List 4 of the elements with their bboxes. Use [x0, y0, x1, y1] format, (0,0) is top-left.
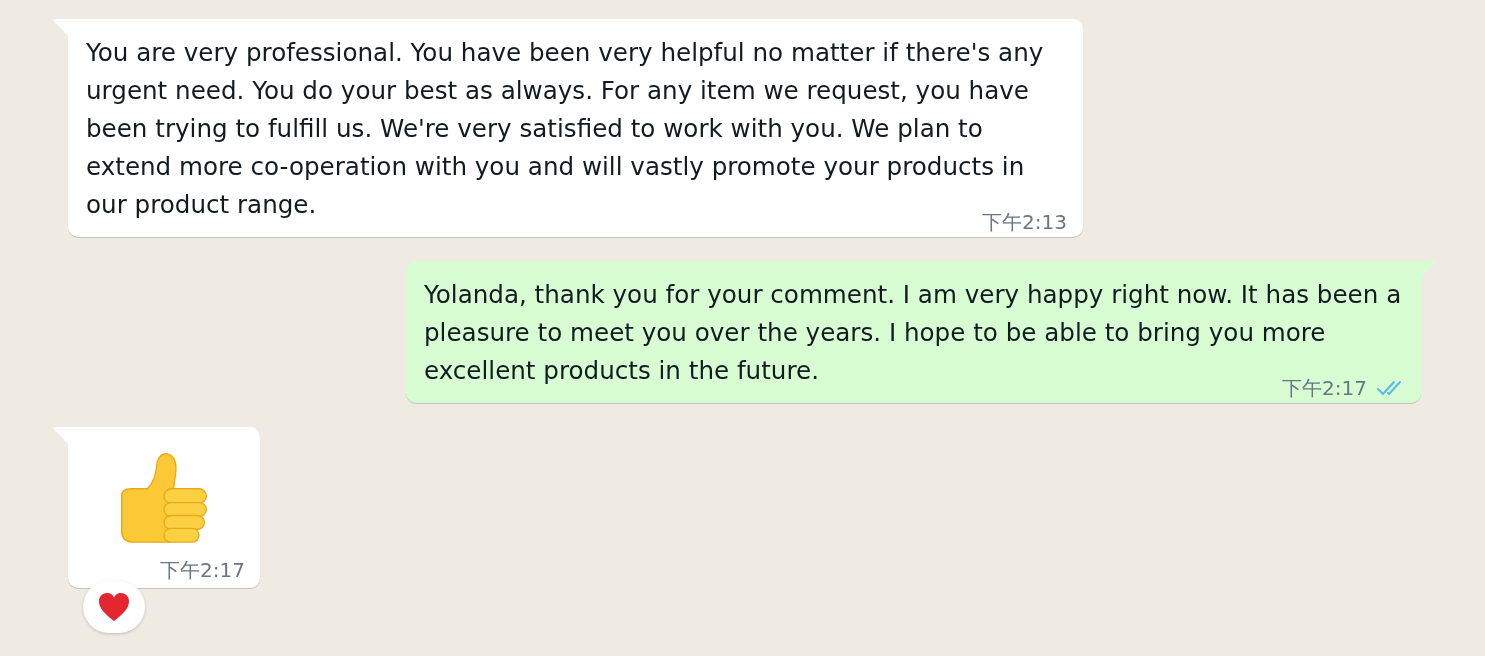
reaction-badge[interactable]: [83, 581, 145, 633]
thumbs-up-icon: [118, 450, 210, 546]
message-time: 下午2:17: [160, 558, 245, 582]
heart-icon: [98, 592, 130, 622]
